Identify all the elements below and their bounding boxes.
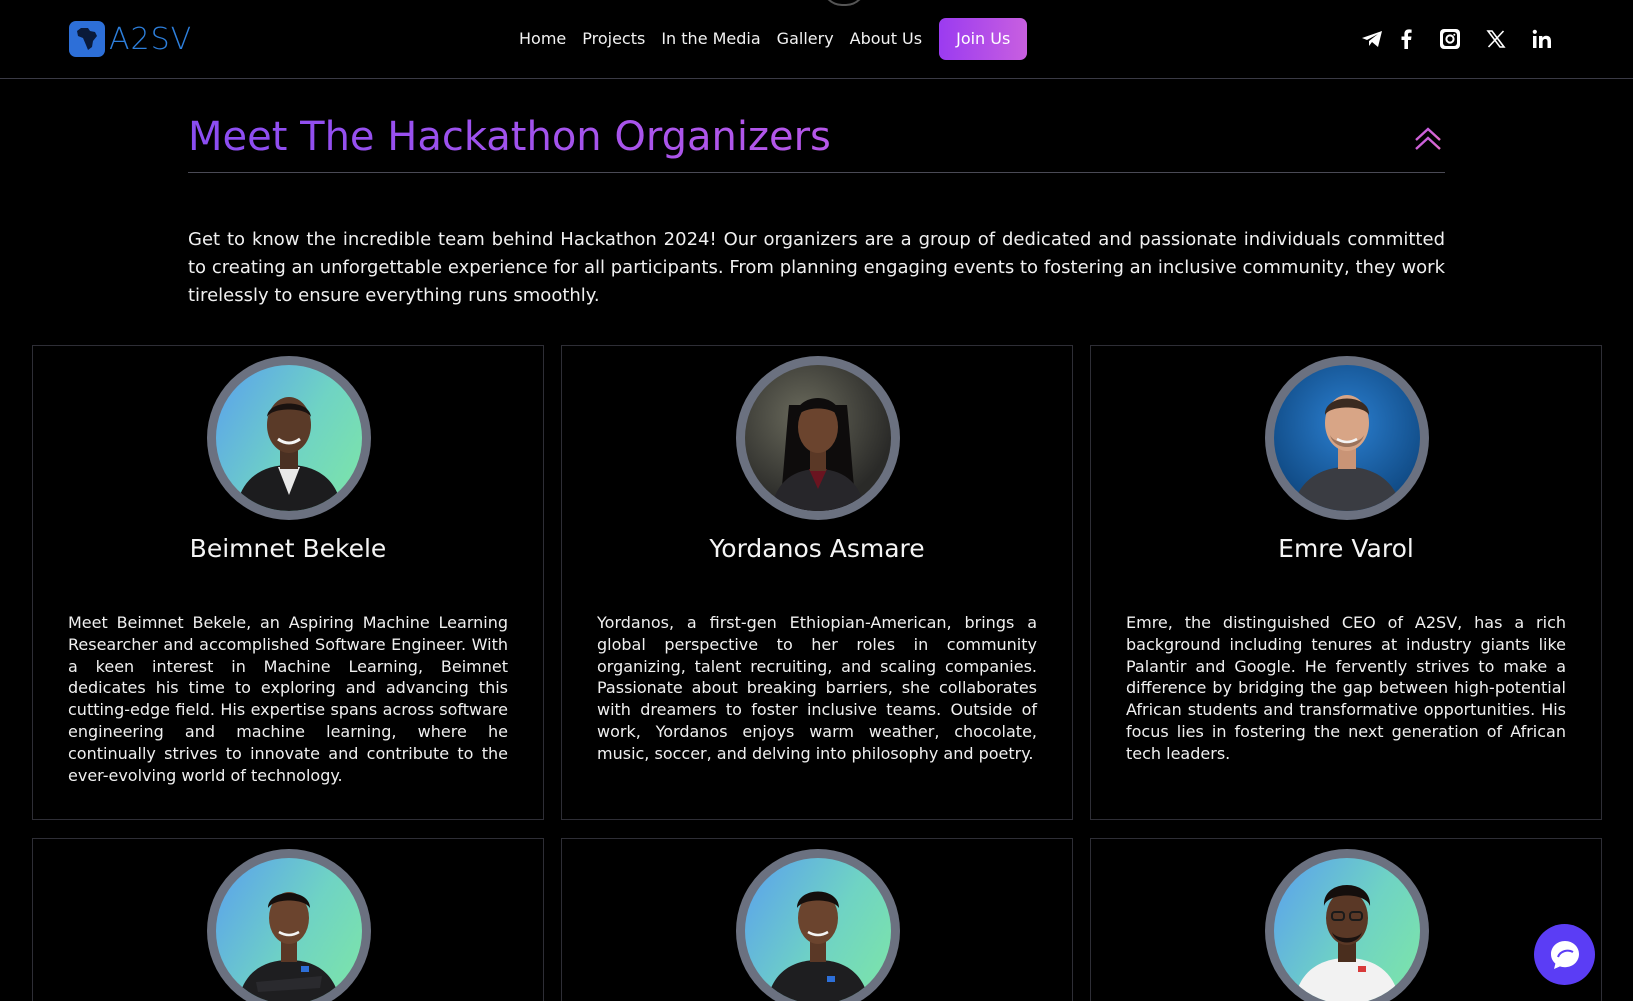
- avatar: [207, 849, 371, 1001]
- avatar: [736, 849, 900, 1001]
- join-us-button[interactable]: Join Us: [939, 18, 1028, 60]
- main-nav: Home Projects In the Media Gallery About…: [511, 18, 1028, 60]
- avatar: [736, 356, 900, 520]
- chat-bubble-icon: [1550, 940, 1579, 969]
- organizer-photo: [745, 858, 891, 1001]
- scroll-indicator: [822, 0, 866, 6]
- organizer-photo: [1274, 365, 1420, 511]
- organizer-photo: [745, 365, 891, 511]
- instagram-icon[interactable]: [1438, 27, 1462, 51]
- nav-projects[interactable]: Projects: [574, 18, 653, 60]
- organizer-name: Yordanos Asmare: [709, 534, 925, 563]
- top-navbar: A2SV Home Projects In the Media Gallery …: [0, 0, 1633, 79]
- organizer-photo: [216, 858, 362, 1001]
- organizer-bio: Yordanos, a first-gen Ethiopian-American…: [597, 613, 1037, 763]
- organizer-card: Beimnet Bekele Meet Beimnet Bekele, an A…: [32, 345, 544, 820]
- nav-home[interactable]: Home: [511, 18, 574, 60]
- collapse-chevron-up-icon[interactable]: [1413, 124, 1443, 154]
- nav-gallery[interactable]: Gallery: [769, 18, 842, 60]
- organizer-card: [561, 838, 1073, 1001]
- organizer-bio: Meet Beimnet Bekele, an Aspiring Machine…: [68, 613, 508, 785]
- a2sv-logo[interactable]: A2SV: [69, 21, 192, 57]
- social-links: [1360, 27, 1554, 51]
- x-icon[interactable]: [1484, 27, 1508, 51]
- organizer-card: [32, 838, 544, 1001]
- organizer-card: Emre Varol Emre, the distinguished CEO o…: [1090, 345, 1602, 820]
- telegram-icon[interactable]: [1360, 27, 1384, 51]
- section-title: Meet The Hackathon Organizers: [188, 108, 1445, 166]
- organizer-bio: Emre, the distinguished CEO of A2SV, has…: [1126, 613, 1566, 763]
- facebook-icon[interactable]: [1394, 27, 1418, 51]
- linkedin-icon[interactable]: [1530, 27, 1554, 51]
- chat-widget-button[interactable]: [1534, 924, 1595, 985]
- organizer-card: Yordanos Asmare Yordanos, a first-gen Et…: [561, 345, 1073, 820]
- avatar: [1265, 849, 1429, 1001]
- logo-wordmark: A2SV: [109, 21, 193, 57]
- organizer-name: Beimnet Bekele: [189, 534, 387, 563]
- nav-in-the-media[interactable]: In the Media: [653, 18, 768, 60]
- organizer-card: [1090, 838, 1602, 1001]
- section-intro: Get to know the incredible team behind H…: [188, 229, 1445, 306]
- organizer-photo: [216, 365, 362, 511]
- organizers-section-header: Meet The Hackathon Organizers: [188, 108, 1445, 173]
- organizer-photo: [1274, 858, 1420, 1001]
- nav-about-us[interactable]: About Us: [842, 18, 930, 60]
- organizer-name: Emre Varol: [1278, 534, 1414, 563]
- africa-map-icon: [69, 21, 105, 57]
- avatar: [207, 356, 371, 520]
- avatar: [1265, 356, 1429, 520]
